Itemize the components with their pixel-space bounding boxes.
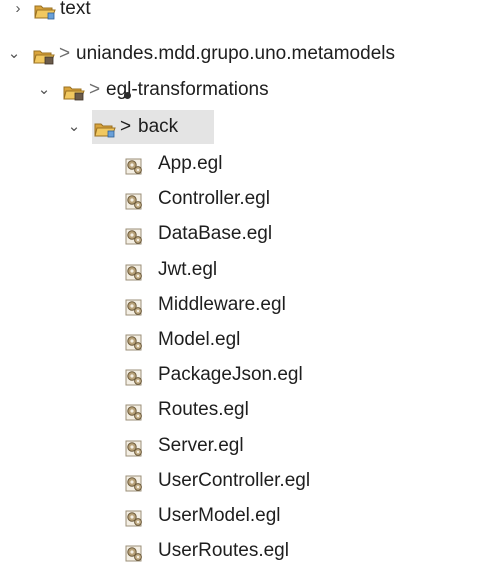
mouse-cursor-icon — [124, 92, 131, 99]
egl-template-file-icon — [124, 506, 146, 527]
file-label: DataBase.egl — [158, 223, 273, 245]
file-label: Middleware.egl — [158, 293, 286, 315]
file-label: Server.egl — [158, 434, 244, 456]
egl-template-file-icon — [124, 400, 146, 421]
chevron-down-icon[interactable]: ⌄ — [6, 37, 22, 71]
tree-item-label: egl-transformations — [106, 79, 269, 100]
chevron-right-icon[interactable]: › — [10, 0, 26, 26]
egl-template-file-icon — [124, 154, 146, 175]
folder-icon — [34, 0, 56, 20]
tree-item-label: uniandes.mdd.grupo.uno.metamodels — [76, 43, 395, 64]
file-label: App.egl — [158, 153, 223, 174]
folder-decorator: > — [89, 79, 101, 100]
file-label: UserModel.egl — [158, 505, 281, 526]
file-label: Model.egl — [158, 329, 241, 350]
chevron-down-icon[interactable]: ⌄ — [36, 73, 52, 107]
file-label: Controller.egl — [158, 188, 270, 210]
egl-template-file-icon — [124, 295, 146, 316]
egl-template-file-icon — [124, 541, 146, 562]
folder-decorator: > — [120, 116, 132, 137]
chevron-down-icon[interactable]: ⌄ — [66, 110, 82, 144]
file-label: Routes.egl — [158, 399, 249, 421]
egl-template-file-icon — [124, 189, 146, 210]
tree-item-label: back — [138, 116, 179, 137]
egl-template-file-icon — [124, 330, 146, 351]
egl-template-file-icon — [124, 260, 146, 281]
folder-icon — [94, 117, 116, 138]
tree-item-label: text — [60, 0, 91, 19]
project-folder-icon — [33, 44, 55, 65]
egl-template-file-icon — [124, 436, 146, 457]
package-folder-icon — [63, 80, 85, 101]
egl-template-file-icon — [124, 365, 146, 386]
project-explorer-tree: › text ⌄ > uniandes.mdd.grupo.uno.metamo… — [0, 0, 495, 583]
file-label: UserController.egl — [158, 469, 311, 491]
file-label: Jwt.egl — [158, 258, 218, 280]
file-label: PackageJson.egl — [158, 364, 303, 386]
file-label: UserRoutes.egl — [158, 540, 289, 562]
egl-template-file-icon — [124, 224, 146, 245]
egl-template-file-icon — [124, 471, 146, 492]
project-decorator: > — [59, 43, 71, 64]
